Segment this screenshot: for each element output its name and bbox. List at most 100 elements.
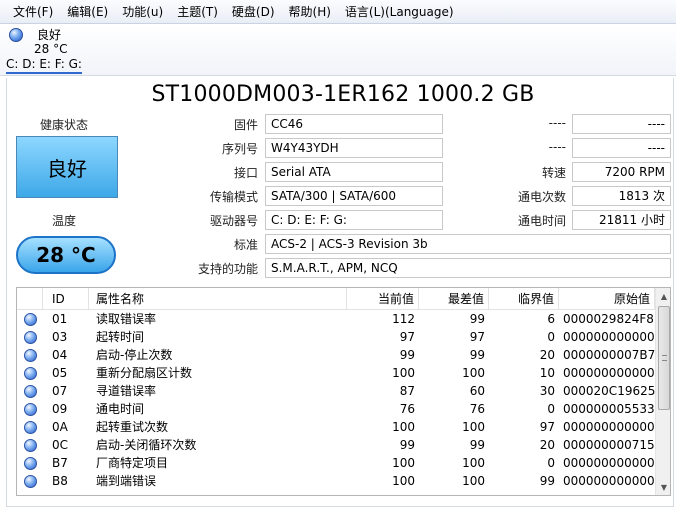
status-ok-icon bbox=[24, 457, 37, 470]
drive-bar: 良好 28 °C C: D: E: F: G: bbox=[0, 24, 676, 76]
cell-threshold: 99 bbox=[539, 474, 555, 488]
serial-label: 序列号 bbox=[221, 142, 258, 156]
transfer-mode-field: SATA/300 | SATA/600 bbox=[265, 186, 443, 206]
smart-table-header: ID 属性名称 当前值 最差值 临界值 原始值 bbox=[17, 288, 655, 310]
power-hours-field: 21811 小时 bbox=[572, 210, 671, 230]
header-status[interactable] bbox=[17, 288, 43, 310]
cell-current: 100 bbox=[392, 474, 415, 488]
header-threshold[interactable]: 临界值 bbox=[489, 288, 559, 310]
cell-threshold: 20 bbox=[539, 348, 555, 362]
status-ok-icon bbox=[24, 313, 37, 326]
cell-threshold: 0 bbox=[547, 456, 555, 470]
health-status-button[interactable]: 良好 bbox=[16, 136, 118, 198]
cell-raw: 0000029824F8 bbox=[563, 312, 654, 326]
cell-name: 起转时间 bbox=[96, 330, 145, 344]
cell-current: 97 bbox=[399, 330, 415, 344]
table-row[interactable]: 0A 起转重试次数 100 100 97 000000000000 bbox=[17, 418, 655, 436]
drive-tab-health: 良好 bbox=[37, 28, 62, 42]
cell-worst: 100 bbox=[462, 420, 485, 434]
scroll-thumb[interactable] bbox=[658, 306, 670, 410]
status-ok-icon bbox=[24, 331, 37, 344]
header-id[interactable]: ID bbox=[43, 288, 89, 310]
firmware-label: 固件 bbox=[233, 118, 258, 132]
scroll-grip-icon bbox=[662, 355, 667, 361]
smart-table[interactable]: ID 属性名称 当前值 最差值 临界值 原始值 01 读取错误率 112 99 6 000… bbox=[16, 287, 671, 496]
table-row[interactable]: 07 寻道错误率 87 60 30 000020C19625 bbox=[17, 382, 655, 400]
header-attribute-name[interactable]: 属性名称 bbox=[89, 288, 347, 310]
header-current[interactable]: 当前值 bbox=[347, 288, 419, 310]
cell-threshold: 20 bbox=[539, 438, 555, 452]
cell-current: 100 bbox=[392, 456, 415, 470]
table-row[interactable]: 01 读取错误率 112 99 6 0000029824F8 bbox=[17, 310, 655, 328]
cell-id: 05 bbox=[52, 366, 68, 380]
menu-edit[interactable]: 编辑(E) bbox=[60, 0, 115, 24]
standard-field: ACS-2 | ACS-3 Revision 3b bbox=[265, 234, 671, 254]
cell-name: 启动-停止次数 bbox=[96, 348, 173, 362]
table-row[interactable]: B8 端到端错误 100 100 99 000000000000 bbox=[17, 472, 655, 490]
cell-worst: 100 bbox=[462, 366, 485, 380]
cell-id: 0A bbox=[52, 420, 68, 434]
menu-disk[interactable]: 硬盘(D) bbox=[225, 0, 282, 24]
scroll-up-icon[interactable]: ▲ bbox=[656, 288, 670, 304]
serial-field: W4Y43YDH bbox=[265, 138, 443, 158]
features-label: 支持的功能 bbox=[197, 262, 258, 276]
menu-language[interactable]: 语言(L)(Language) bbox=[338, 0, 461, 24]
status-ok-icon bbox=[24, 385, 37, 398]
menu-theme[interactable]: 主题(T) bbox=[170, 0, 225, 24]
cell-id: 01 bbox=[52, 312, 68, 326]
table-row[interactable]: 05 重新分配扇区计数 100 100 10 000000000000 bbox=[17, 364, 655, 382]
cell-name: 端到端错误 bbox=[96, 474, 157, 488]
table-row[interactable]: 0C 启动-关闭循环次数 99 99 20 000000000715 bbox=[17, 436, 655, 454]
blank-field-2: ---- bbox=[572, 138, 671, 158]
drive-tab[interactable]: 良好 28 °C C: D: E: F: G: bbox=[6, 25, 92, 75]
cell-raw: 000000000000 bbox=[563, 420, 655, 434]
cell-worst: 60 bbox=[469, 384, 485, 398]
cell-current: 100 bbox=[392, 420, 415, 434]
menu-function[interactable]: 功能(u) bbox=[115, 0, 170, 24]
drive-tab-letters: C: D: E: F: G: bbox=[6, 57, 82, 74]
table-row[interactable]: 03 起转时间 97 97 0 000000000000 bbox=[17, 328, 655, 346]
cell-id: B7 bbox=[52, 456, 68, 470]
header-raw[interactable]: 原始值 bbox=[559, 288, 655, 310]
cell-worst: 76 bbox=[469, 402, 485, 416]
menu-help[interactable]: 帮助(H) bbox=[282, 0, 338, 24]
cell-current: 87 bbox=[399, 384, 415, 398]
cell-name: 通电时间 bbox=[96, 402, 145, 416]
cell-worst: 100 bbox=[462, 456, 485, 470]
cell-threshold: 0 bbox=[547, 330, 555, 344]
cell-raw: 000000000715 bbox=[563, 438, 655, 452]
cell-id: B8 bbox=[52, 474, 68, 488]
cell-current: 100 bbox=[392, 366, 415, 380]
drive-tab-temp: 28 °C bbox=[34, 42, 68, 56]
table-row[interactable]: B7 厂商特定项目 100 100 0 000000000000 bbox=[17, 454, 655, 472]
interface-label: 接口 bbox=[233, 166, 258, 180]
disk-model-title: ST1000DM003-1ER162 1000.2 GB bbox=[151, 82, 535, 107]
cell-name: 读取错误率 bbox=[96, 312, 157, 326]
cell-current: 76 bbox=[399, 402, 415, 416]
menu-file[interactable]: 文件(F) bbox=[6, 0, 60, 24]
status-ok-icon bbox=[24, 403, 37, 416]
health-status-icon bbox=[9, 28, 23, 42]
rotation-label: 转速 bbox=[541, 166, 566, 180]
cell-threshold: 30 bbox=[539, 384, 555, 398]
rotation-field: 7200 RPM bbox=[572, 162, 671, 182]
cell-threshold: 10 bbox=[539, 366, 555, 380]
cell-name: 重新分配扇区计数 bbox=[96, 366, 193, 380]
cell-id: 09 bbox=[52, 402, 68, 416]
table-row[interactable]: 04 启动-停止次数 99 99 20 0000000007B7 bbox=[17, 346, 655, 364]
blank-label-1: ---- bbox=[548, 116, 566, 130]
cell-worst: 100 bbox=[462, 474, 485, 488]
power-count-field: 1813 次 bbox=[572, 186, 671, 206]
cell-name: 厂商特定项目 bbox=[96, 456, 169, 470]
cell-threshold: 0 bbox=[547, 402, 555, 416]
cell-raw: 000000000000 bbox=[563, 366, 655, 380]
header-worst[interactable]: 最差值 bbox=[419, 288, 489, 310]
blank-field-1: ---- bbox=[572, 114, 671, 134]
scroll-down-icon[interactable]: ▼ bbox=[656, 479, 670, 495]
cell-worst: 99 bbox=[469, 312, 485, 326]
cell-raw: 0000000007B7 bbox=[563, 348, 655, 362]
blank-label-2: ---- bbox=[548, 140, 566, 154]
smart-scrollbar[interactable]: ▲ ▼ bbox=[655, 288, 670, 495]
cell-raw: 000000000000 bbox=[563, 330, 655, 344]
table-row[interactable]: 09 通电时间 76 76 0 000000005533 bbox=[17, 400, 655, 418]
